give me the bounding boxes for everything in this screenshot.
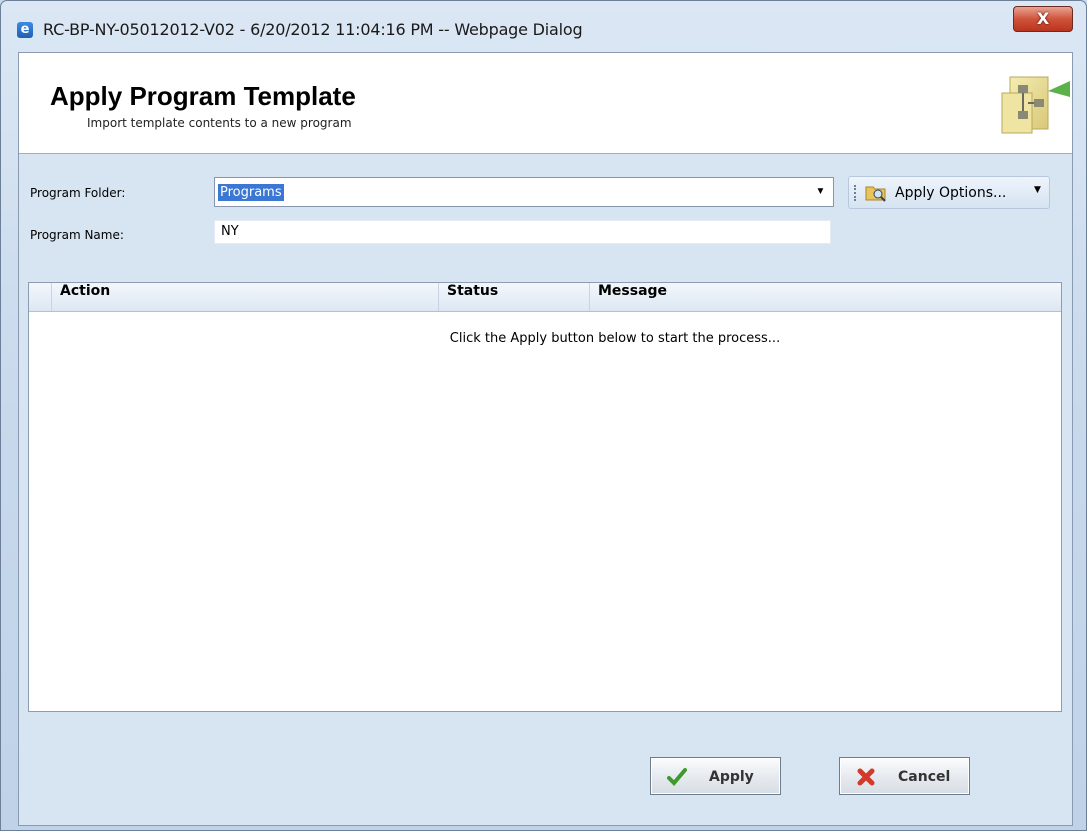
- program-folder-label: Program Folder:: [30, 186, 126, 200]
- title-bar[interactable]: e RC-BP-NY-05012012-V02 - 6/20/2012 11:0…: [1, 1, 1086, 51]
- column-action[interactable]: Action: [51, 283, 438, 311]
- grid-header-spacer: [29, 283, 51, 311]
- browser-icon: e: [17, 22, 33, 38]
- grid-empty-message: Click the Apply button below to start th…: [449, 331, 781, 346]
- chevron-down-icon[interactable]: ▼: [811, 181, 830, 203]
- dialog-header: Apply Program Template Import template c…: [19, 53, 1072, 154]
- process-grid: Action Status Message Click the Apply bu…: [28, 282, 1062, 712]
- cancel-x-icon: [857, 768, 875, 786]
- program-folder-select[interactable]: Programs ▼: [214, 177, 834, 207]
- column-status[interactable]: Status: [438, 283, 589, 311]
- close-button[interactable]: X: [1013, 6, 1073, 32]
- apply-button[interactable]: Apply: [650, 757, 781, 795]
- page-subtitle: Import template contents to a new progra…: [87, 116, 352, 130]
- apply-options-label: Apply Options...: [895, 185, 1007, 201]
- column-message[interactable]: Message: [589, 283, 1061, 311]
- dropdown-arrow-icon: ▼: [1034, 185, 1041, 195]
- apply-options-button[interactable]: Apply Options... ▼: [848, 176, 1050, 209]
- cancel-button-label: Cancel: [898, 769, 951, 785]
- program-template-icon: [1001, 76, 1070, 134]
- page-title: Apply Program Template: [50, 81, 356, 111]
- checkmark-icon: [667, 768, 687, 786]
- toolbar-grip-icon: [854, 185, 858, 201]
- window-title: RC-BP-NY-05012012-V02 - 6/20/2012 11:04:…: [43, 20, 583, 39]
- grid-header: Action Status Message: [29, 283, 1061, 312]
- dialog-content: Apply Program Template Import template c…: [18, 52, 1073, 826]
- program-name-input[interactable]: NY: [214, 220, 831, 244]
- dialog-window: e RC-BP-NY-05012012-V02 - 6/20/2012 11:0…: [0, 0, 1087, 831]
- program-name-label: Program Name:: [30, 228, 124, 242]
- cancel-button[interactable]: Cancel: [839, 757, 970, 795]
- folder-search-icon: [865, 186, 886, 202]
- apply-button-label: Apply: [709, 769, 754, 785]
- program-folder-value: Programs: [218, 184, 284, 201]
